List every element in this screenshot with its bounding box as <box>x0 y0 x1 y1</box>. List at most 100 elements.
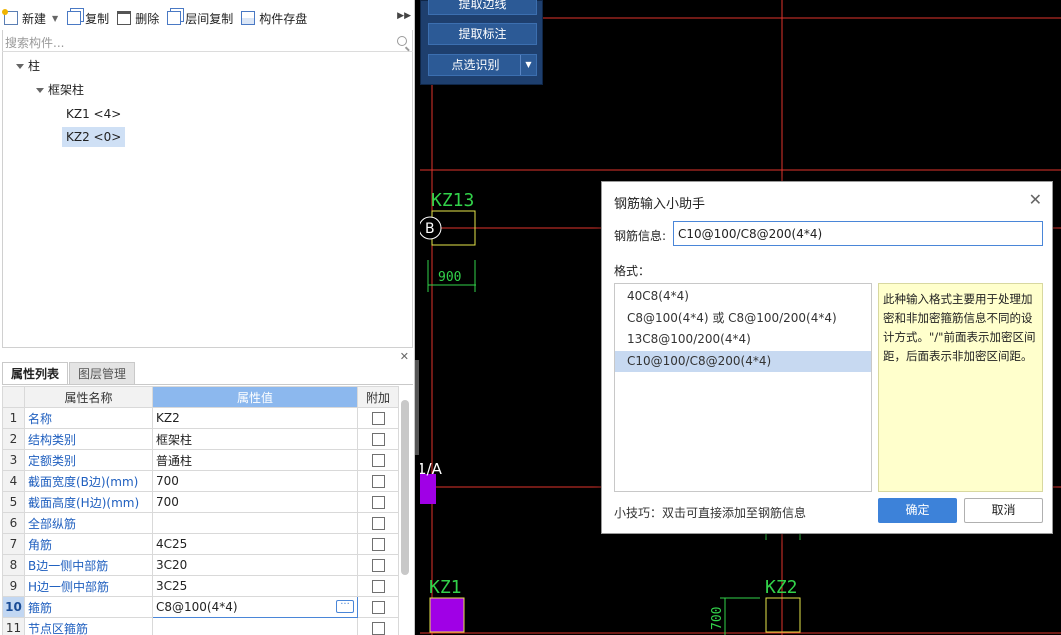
property-value[interactable]: 700 <box>152 491 358 513</box>
table-row[interactable]: 10 箍筋 C8@100(4*4) ··· <box>2 596 399 618</box>
table-row[interactable]: 3 定额类别 普通柱 <box>2 449 399 471</box>
attach-checkbox[interactable] <box>371 412 385 425</box>
ok-button[interactable]: 确定 <box>878 498 957 523</box>
search-input[interactable]: 搜索构件... <box>2 32 413 52</box>
row-number: 2 <box>2 428 25 450</box>
delete-button[interactable]: 删除 <box>113 7 163 29</box>
attach-cell <box>357 575 399 597</box>
tree-item-kz1[interactable]: KZ1 <4> <box>62 104 125 124</box>
property-name: 定额类别 <box>24 449 153 471</box>
tree-item-kz2[interactable]: KZ2 <0> <box>62 127 126 147</box>
property-value[interactable] <box>152 617 358 635</box>
search-icon[interactable] <box>397 36 407 46</box>
header-value: 属性值 <box>152 386 358 408</box>
kz13-label: KZ13 <box>431 190 474 211</box>
attach-checkbox[interactable] <box>371 475 385 488</box>
property-value[interactable]: 700 <box>152 470 358 492</box>
table-row[interactable]: 7 角筋 4C25 <box>2 533 399 555</box>
format-item-selected[interactable]: C10@100/C8@200(4*4) <box>615 350 871 372</box>
property-value[interactable]: 框架柱 <box>152 428 358 450</box>
table-row[interactable]: 8 B边一侧中部筋 3C20 <box>2 554 399 576</box>
attach-checkbox[interactable] <box>371 517 385 530</box>
attach-checkbox[interactable] <box>371 538 385 551</box>
attach-cell <box>357 617 399 635</box>
panel-splitter[interactable] <box>415 360 419 455</box>
property-name: 角筋 <box>24 533 153 555</box>
close-icon[interactable]: ✕ <box>1029 190 1042 209</box>
format-item[interactable]: 13C8@100/200(4*4) <box>615 329 871 351</box>
column-highlight[interactable] <box>420 474 436 504</box>
more-icon[interactable]: ▶▶ <box>397 11 411 21</box>
property-value[interactable]: 3C25 <box>152 575 358 597</box>
tab-layer-management[interactable]: 图层管理 <box>69 362 136 384</box>
row-number: 5 <box>2 491 25 513</box>
cancel-button[interactable]: 取消 <box>964 498 1043 523</box>
attach-checkbox[interactable] <box>371 580 385 593</box>
dialog-title: 钢筋输入小助手 <box>614 197 706 212</box>
attach-checkbox[interactable] <box>371 601 385 614</box>
expand-icon[interactable] <box>36 88 44 93</box>
extract-annotation-button[interactable]: 提取标注 <box>428 23 537 45</box>
tree-node-label: 框架柱 <box>48 83 85 97</box>
copy-button[interactable]: 复制 <box>63 7 113 29</box>
format-list[interactable]: 40C8(4*4) C8@100(4*4) 或 C8@100/200(4*4) … <box>614 283 872 492</box>
attach-checkbox[interactable] <box>371 454 385 467</box>
property-value[interactable]: 普通柱 <box>152 449 358 471</box>
format-item[interactable]: C8@100(4*4) 或 C8@100/200(4*4) <box>615 308 871 330</box>
property-name: 名称 <box>24 407 153 429</box>
format-item[interactable]: 40C8(4*4) <box>615 286 871 308</box>
format-label: 格式： <box>614 264 651 278</box>
kz2-label: KZ2 <box>765 577 798 598</box>
attach-cell <box>357 449 399 471</box>
attach-checkbox[interactable] <box>371 496 385 509</box>
property-value[interactable] <box>152 512 358 534</box>
property-value[interactable]: C8@100(4*4) ··· <box>152 596 358 618</box>
floor-copy-label: 层间复制 <box>185 11 234 26</box>
save-component-button[interactable]: 构件存盘 <box>237 7 311 29</box>
table-row[interactable]: 6 全部纵筋 <box>2 512 399 534</box>
attach-checkbox[interactable] <box>371 559 385 572</box>
attach-cell <box>357 407 399 429</box>
attach-checkbox[interactable] <box>371 622 385 635</box>
tree-node-frame-column[interactable]: 框架柱 <box>36 80 84 100</box>
point-identify-button[interactable]: 点选识别 ▼ <box>428 54 537 76</box>
attach-cell <box>357 491 399 513</box>
attach-cell <box>357 512 399 534</box>
expand-icon[interactable] <box>16 64 24 69</box>
extract-edge-button[interactable]: 提取边线 <box>428 0 537 15</box>
table-row[interactable]: 1 名称 KZ2 <box>2 407 399 429</box>
new-label: 新建 <box>22 11 47 26</box>
table-row[interactable]: 9 H边一侧中部筋 3C25 <box>2 575 399 597</box>
trash-icon <box>117 11 132 25</box>
new-button[interactable]: 新建 <box>0 7 50 29</box>
chevron-down-icon[interactable]: ▼ <box>520 55 536 75</box>
attach-checkbox[interactable] <box>371 433 385 446</box>
new-dropdown-icon[interactable]: ▼ <box>52 14 58 23</box>
column-kz2[interactable] <box>765 597 801 633</box>
column-kz1[interactable] <box>429 597 465 633</box>
rebar-info-input[interactable] <box>673 221 1043 246</box>
property-scrollbar[interactable] <box>401 400 409 575</box>
header-name: 属性名称 <box>24 386 153 408</box>
property-name: 全部纵筋 <box>24 512 153 534</box>
tree-node-column[interactable]: 柱 <box>16 56 40 76</box>
row-number: 6 <box>2 512 25 534</box>
property-value[interactable]: KZ2 <box>152 407 358 429</box>
property-value[interactable]: 4C25 <box>152 533 358 555</box>
property-value[interactable]: 3C20 <box>152 554 358 576</box>
table-row[interactable]: 5 截面高度(H边)(mm) 700 <box>2 491 399 513</box>
table-row[interactable]: 2 结构类别 框架柱 <box>2 428 399 450</box>
property-tabs: 属性列表 图层管理 <box>2 362 413 385</box>
table-row[interactable]: 4 截面宽度(B边)(mm) 700 <box>2 470 399 492</box>
table-row[interactable]: 11 节点区箍筋 <box>2 617 399 635</box>
attach-cell <box>357 554 399 576</box>
rebar-info-label: 钢筋信息: <box>614 229 667 243</box>
floor-copy-button[interactable]: 层间复制 <box>163 7 237 29</box>
tab-property-list[interactable]: 属性列表 <box>2 362 69 384</box>
row-number: 8 <box>2 554 25 576</box>
header-attach: 附加 <box>357 386 399 408</box>
property-name: 截面高度(H边)(mm) <box>24 491 153 513</box>
property-name: H边一侧中部筋 <box>24 575 153 597</box>
attach-cell <box>357 596 399 618</box>
ellipsis-button[interactable]: ··· <box>336 600 354 613</box>
